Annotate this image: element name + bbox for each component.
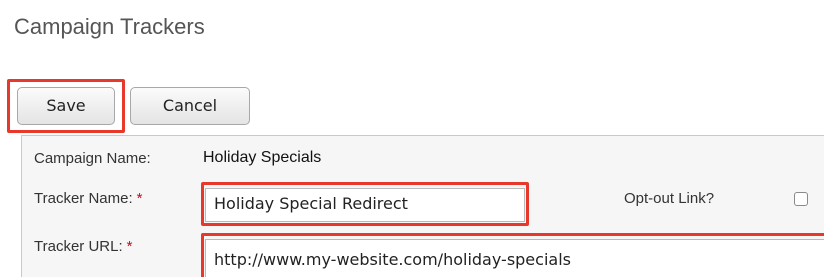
tracker-name-input[interactable]: Holiday Special Redirect xyxy=(205,188,525,222)
opt-out-checkbox[interactable] xyxy=(794,192,808,206)
required-asterisk: * xyxy=(136,190,143,207)
save-button[interactable]: Save xyxy=(17,87,115,125)
campaign-trackers-page: Campaign Trackers Save Cancel Campaign N… xyxy=(0,0,824,277)
cancel-button[interactable]: Cancel xyxy=(130,87,250,125)
tracker-url-label: Tracker URL: * xyxy=(34,238,132,255)
tracker-name-label: Tracker Name: * xyxy=(34,190,142,207)
tracker-url-input[interactable]: http://www.my-website.com/holiday-specia… xyxy=(205,239,824,277)
tracker-form-panel: Campaign Name: Holiday Specials Tracker … xyxy=(21,135,824,277)
tracker-url-label-text: Tracker URL: xyxy=(34,238,123,255)
campaign-name-value: Holiday Specials xyxy=(203,149,322,166)
campaign-name-label: Campaign Name: xyxy=(34,150,151,167)
tracker-name-label-text: Tracker Name: xyxy=(34,190,133,207)
required-asterisk: * xyxy=(126,238,133,255)
opt-out-label: Opt-out Link? xyxy=(624,190,715,207)
page-title: Campaign Trackers xyxy=(14,14,205,39)
